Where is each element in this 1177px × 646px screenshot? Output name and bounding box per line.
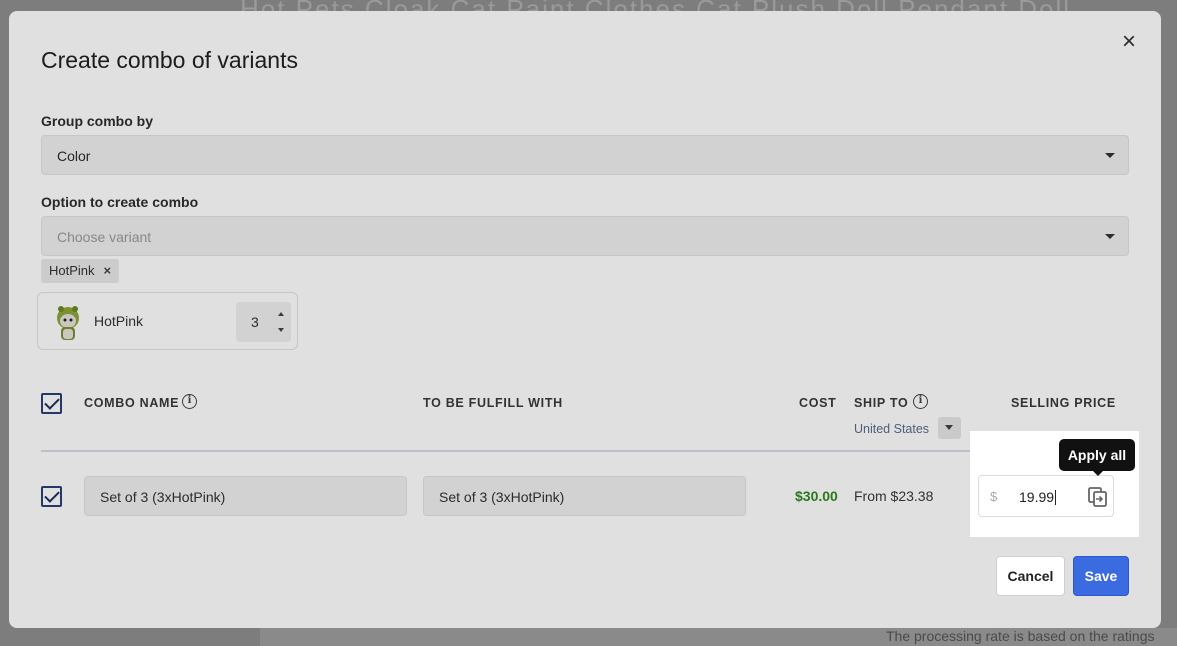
group-combo-label: Group combo by bbox=[41, 113, 153, 129]
chevron-down-icon bbox=[1105, 234, 1115, 239]
row-checkbox[interactable] bbox=[41, 486, 62, 507]
decrement-icon[interactable] bbox=[278, 328, 284, 332]
selling-price-input[interactable]: $ 19.99 bbox=[978, 475, 1114, 517]
modal-title: Create combo of variants bbox=[41, 47, 298, 73]
increment-icon[interactable] bbox=[278, 312, 284, 316]
quantity-stepper[interactable]: 3 bbox=[236, 302, 291, 342]
quantity-value: 3 bbox=[251, 314, 259, 330]
fulfill-with-input[interactable]: Set of 3 (3xHotPink) bbox=[423, 476, 746, 516]
cancel-button[interactable]: Cancel bbox=[996, 556, 1065, 596]
group-combo-select[interactable]: Color bbox=[41, 135, 1129, 175]
header-combo-name: COMBO NAME bbox=[84, 396, 180, 410]
info-icon[interactable]: i bbox=[913, 394, 928, 409]
variant-tag-hotpink: HotPink × bbox=[41, 259, 120, 283]
row-cost: $30.00 bbox=[795, 488, 838, 504]
selling-price-value: 19.99 bbox=[1019, 489, 1057, 505]
group-combo-value: Color bbox=[57, 148, 91, 164]
variant-tag-label: HotPink bbox=[49, 263, 95, 278]
table-header-divider bbox=[41, 450, 1129, 452]
choose-variant-select[interactable]: Choose variant bbox=[41, 216, 1129, 256]
header-fulfill-with: TO BE FULFILL WITH bbox=[423, 396, 563, 410]
ship-to-country: United States bbox=[854, 422, 930, 436]
combo-name-input[interactable]: Set of 3 (3xHotPink) bbox=[84, 476, 407, 516]
header-selling-price: SELLING PRICE bbox=[1011, 396, 1116, 410]
header-cost: COST bbox=[799, 396, 837, 410]
close-icon[interactable]: × bbox=[1118, 30, 1140, 54]
apply-all-tooltip: Apply all bbox=[1059, 439, 1135, 476]
apply-all-copy-icon[interactable] bbox=[1086, 485, 1110, 509]
currency-symbol: $ bbox=[990, 489, 998, 504]
header-ship-to: SHIP TO bbox=[854, 396, 909, 410]
select-all-checkbox[interactable] bbox=[41, 393, 62, 414]
variant-thumbnail bbox=[57, 306, 79, 340]
remove-tag-icon[interactable]: × bbox=[104, 259, 112, 283]
background-footer-note: The processing rate is based on the rati… bbox=[886, 628, 1155, 644]
variant-name: HotPink bbox=[94, 313, 144, 329]
row-ship-price: From $23.38 bbox=[854, 488, 934, 504]
info-icon[interactable]: i bbox=[182, 394, 197, 409]
variant-card: HotPink 3 bbox=[37, 292, 298, 350]
create-combo-modal: Create combo of variants × Group combo b… bbox=[9, 11, 1161, 628]
combo-option-label: Option to create combo bbox=[41, 194, 199, 210]
chevron-down-icon bbox=[1105, 153, 1115, 158]
choose-variant-placeholder: Choose variant bbox=[57, 229, 152, 245]
ship-to-dropdown[interactable] bbox=[938, 417, 961, 439]
save-button[interactable]: Save bbox=[1073, 556, 1129, 596]
